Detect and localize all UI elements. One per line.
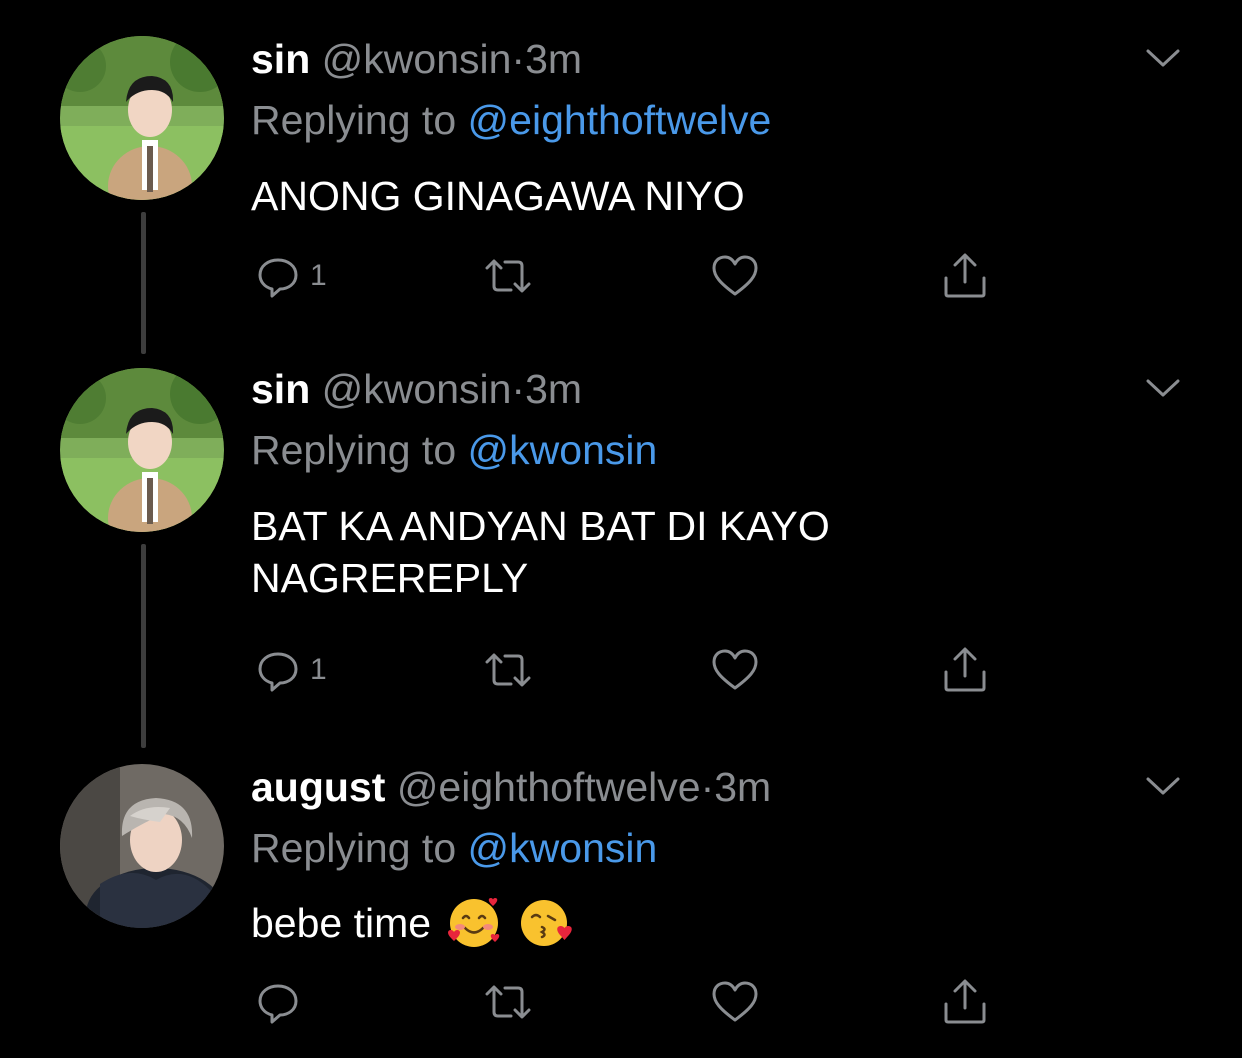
replying-to-label: Replying to [251, 427, 457, 473]
tweet-text-words: bebe time [251, 900, 432, 946]
separator-dot: · [700, 764, 715, 810]
share-button[interactable] [940, 252, 990, 300]
tweet-text: ANONG GINAGAWA NIYO [251, 170, 1011, 222]
timestamp[interactable]: 3m [525, 36, 582, 82]
mention-link[interactable]: @kwonsin [468, 825, 658, 871]
mention-link[interactable]: @kwonsin [468, 427, 658, 473]
share-icon [944, 979, 986, 1024]
share-button[interactable] [940, 978, 990, 1026]
retweet-icon [485, 653, 531, 687]
replying-to: Replying to @kwonsin [251, 427, 657, 473]
chevron-down-icon[interactable] [1145, 774, 1181, 798]
retweet-button[interactable] [481, 978, 535, 1026]
user-handle[interactable]: @kwonsin [322, 36, 512, 82]
reply-count: 1 [310, 653, 327, 686]
face-blowing-kiss-emoji [521, 900, 572, 946]
retweet-button[interactable] [481, 252, 535, 300]
reply-icon [258, 652, 298, 692]
like-icon [712, 255, 758, 296]
tweet-header: august @eighthoftwelve·3m [251, 764, 771, 810]
separator-dot: · [511, 36, 526, 82]
display-name[interactable]: august [251, 764, 385, 810]
chevron-down-icon[interactable] [1145, 376, 1181, 400]
avatar[interactable] [60, 368, 224, 532]
avatar[interactable] [60, 36, 224, 200]
user-handle[interactable]: @kwonsin [322, 366, 512, 412]
tweet-text-line: BAT KA ANDYAN BAT DI KAYO [251, 503, 830, 549]
share-icon [944, 253, 986, 298]
reply-icon [258, 258, 298, 298]
tweet[interactable]: sin @kwonsin·3m Replying to @eighthoftwe… [0, 0, 1242, 354]
timestamp[interactable]: 3m [714, 764, 771, 810]
tweet-text: bebe time [251, 894, 1011, 952]
reply-count: 1 [310, 259, 327, 292]
avatar[interactable] [60, 764, 224, 928]
like-button[interactable] [710, 978, 760, 1026]
retweet-icon [485, 985, 531, 1019]
reply-button[interactable] [254, 978, 310, 1026]
retweet-icon [485, 259, 531, 293]
reply-button[interactable]: 1 [254, 252, 327, 300]
like-button[interactable] [710, 646, 760, 694]
reply-button[interactable]: 1 [254, 646, 327, 694]
timestamp[interactable]: 3m [525, 366, 582, 412]
tweet[interactable]: august @eighthoftwelve·3m Replying to @k… [0, 728, 1242, 1058]
avatar-photo-icon [60, 764, 224, 928]
tweet-text-line: bebe time [251, 894, 1011, 952]
mention-link[interactable]: @eighthoftwelve [468, 97, 772, 143]
avatar-photo-icon [60, 368, 224, 532]
reply-icon [258, 984, 298, 1024]
tweet-header: sin @kwonsin·3m [251, 36, 582, 82]
tweet-header: sin @kwonsin·3m [251, 366, 582, 412]
replying-to: Replying to @eighthoftwelve [251, 97, 771, 143]
like-icon [712, 981, 758, 1022]
chevron-down-icon[interactable] [1145, 46, 1181, 70]
like-icon [712, 649, 758, 690]
tweet[interactable]: sin @kwonsin·3m Replying to @kwonsin BAT… [0, 330, 1242, 748]
replying-to-label: Replying to [251, 825, 457, 871]
replying-to-label: Replying to [251, 97, 457, 143]
retweet-button[interactable] [481, 646, 535, 694]
like-button[interactable] [710, 252, 760, 300]
display-name[interactable]: sin [251, 366, 310, 412]
share-button[interactable] [940, 646, 990, 694]
tweet-text-line: ANONG GINAGAWA NIYO [251, 173, 745, 219]
display-name[interactable]: sin [251, 36, 310, 82]
smiling-face-with-hearts-emoji [448, 898, 500, 947]
avatar-photo-icon [60, 36, 224, 200]
tweet-text: BAT KA ANDYAN BAT DI KAYO NAGREREPLY [251, 500, 1011, 604]
thread-line [141, 544, 146, 748]
share-icon [944, 647, 986, 692]
replying-to: Replying to @kwonsin [251, 825, 657, 871]
user-handle[interactable]: @eighthoftwelve [397, 764, 701, 810]
tweet-text-line: NAGREREPLY [251, 555, 529, 601]
separator-dot: · [511, 366, 526, 412]
